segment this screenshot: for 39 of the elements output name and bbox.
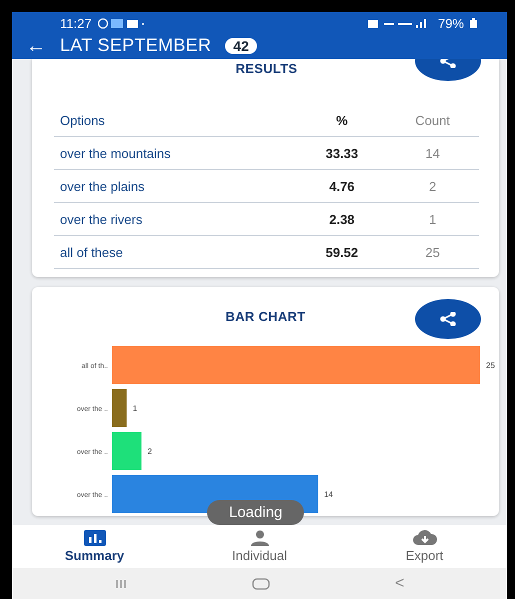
value-label: 25 bbox=[486, 361, 495, 370]
nav-tab[interactable]: Individual bbox=[200, 530, 320, 563]
notification-icons bbox=[98, 18, 144, 28]
value-label: 1 bbox=[132, 404, 138, 413]
battery-icon bbox=[470, 18, 477, 28]
table-cell: 2 bbox=[386, 170, 479, 202]
table-cell: 1 bbox=[386, 202, 479, 236]
screen-title: LAT SEPTEMBER bbox=[60, 35, 212, 56]
back-button[interactable]: < bbox=[395, 574, 404, 592]
card-title: BAR CHART bbox=[226, 309, 306, 324]
table-cell: 25 bbox=[386, 236, 479, 268]
nav-tab[interactable]: Export bbox=[364, 530, 484, 563]
clock: 11:27 bbox=[60, 16, 92, 30]
nav-tab[interactable]: Summary bbox=[34, 530, 154, 563]
share-icon bbox=[440, 312, 456, 326]
value-label: 2 bbox=[147, 447, 152, 456]
table-cell: 33.33 bbox=[298, 136, 386, 170]
battery-level: 79% bbox=[438, 16, 464, 30]
table-cell: 14 bbox=[386, 136, 479, 170]
column-header: % bbox=[298, 104, 386, 136]
table-cell: over the rivers bbox=[54, 202, 298, 236]
value-label: 14 bbox=[324, 490, 333, 499]
count-badge: 42 bbox=[225, 38, 257, 54]
person-icon bbox=[248, 530, 270, 546]
table-cell: over the mountains bbox=[54, 136, 298, 170]
table-cell: all of these bbox=[54, 236, 298, 268]
table-cell: 2.38 bbox=[298, 202, 386, 236]
table-cell: 59.52 bbox=[298, 236, 386, 268]
loading-toast: Loading bbox=[207, 500, 304, 525]
card-title: RESULTS bbox=[236, 61, 298, 76]
recents-icon[interactable] bbox=[114, 578, 127, 588]
cloud-download-icon bbox=[412, 530, 438, 546]
column-header: Count bbox=[386, 104, 479, 136]
back-button[interactable]: ← bbox=[26, 36, 46, 56]
table-cell: over the plains bbox=[54, 170, 298, 202]
table-cell: 4.76 bbox=[298, 170, 386, 202]
home-icon[interactable] bbox=[252, 578, 270, 590]
column-header: Options bbox=[54, 104, 298, 136]
bar-chart-icon bbox=[84, 530, 106, 546]
